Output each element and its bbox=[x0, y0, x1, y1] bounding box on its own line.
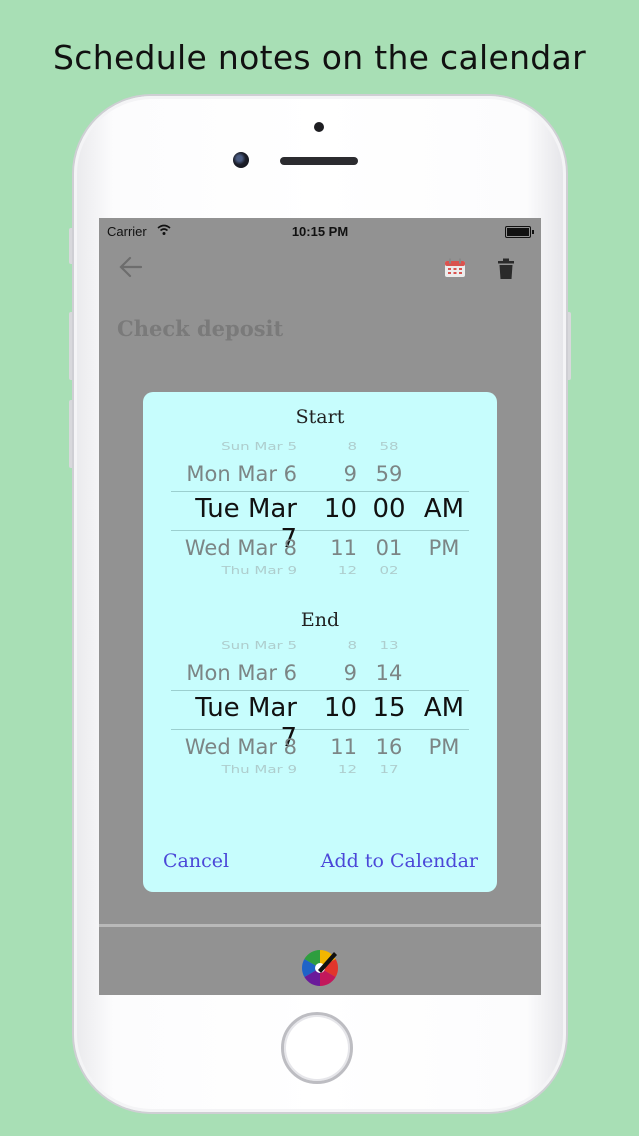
earpiece-speaker bbox=[280, 157, 358, 165]
row-minute: 00 bbox=[372, 494, 406, 524]
row-minute: 16 bbox=[375, 735, 403, 759]
row-hour: 9 bbox=[343, 462, 357, 486]
row-minute: 59 bbox=[375, 462, 403, 486]
row-date: Wed Mar 8 bbox=[184, 735, 297, 759]
calendar-dialog: Start Sun Mar 5 8 58 Mon Mar 6 9 59 Tue … bbox=[143, 392, 497, 892]
start-picker[interactable]: Sun Mar 5 8 58 Mon Mar 6 9 59 Tue Mar 7 … bbox=[171, 440, 469, 580]
add-to-calendar-button[interactable]: Add to Calendar bbox=[321, 850, 478, 872]
back-arrow-icon[interactable] bbox=[117, 254, 145, 280]
row-minute: 15 bbox=[372, 693, 406, 723]
status-time: 10:15 PM bbox=[291, 224, 349, 239]
row-date: Thu Mar 9 bbox=[221, 763, 297, 776]
row-hour: 12 bbox=[337, 564, 357, 577]
row-minute: 02 bbox=[379, 564, 399, 577]
row-hour: 8 bbox=[347, 440, 357, 453]
row-hour: 12 bbox=[337, 763, 357, 776]
promo-headline: Schedule notes on the calendar bbox=[53, 38, 586, 77]
front-camera bbox=[233, 152, 249, 168]
proximity-sensor bbox=[314, 122, 324, 132]
row-ampm: PM bbox=[428, 735, 460, 759]
home-button[interactable] bbox=[281, 1012, 353, 1084]
cancel-button[interactable]: Cancel bbox=[163, 850, 229, 872]
row-date: Thu Mar 9 bbox=[221, 564, 297, 577]
status-bar: Carrier 10:15 PM bbox=[99, 218, 541, 244]
row-date: Mon Mar 6 bbox=[186, 462, 297, 486]
trash-icon[interactable] bbox=[497, 258, 515, 280]
row-date: Wed Mar 8 bbox=[184, 536, 297, 560]
row-ampm: AM bbox=[423, 693, 465, 723]
row-ampm: PM bbox=[428, 536, 460, 560]
bottom-bar bbox=[99, 924, 541, 995]
row-date: Sun Mar 5 bbox=[221, 440, 297, 453]
row-hour: 10 bbox=[323, 494, 357, 524]
row-hour: 11 bbox=[330, 735, 357, 759]
note-title[interactable]: Check deposit bbox=[117, 316, 283, 341]
end-picker[interactable]: Sun Mar 5 8 13 Mon Mar 6 9 14 Tue Mar 7 … bbox=[171, 639, 469, 779]
row-minute: 58 bbox=[379, 440, 399, 453]
power-button bbox=[566, 312, 571, 380]
row-minute: 01 bbox=[375, 536, 403, 560]
start-label: Start bbox=[295, 406, 345, 428]
row-date: Sun Mar 5 bbox=[221, 639, 297, 652]
calendar-icon[interactable] bbox=[444, 258, 466, 278]
app-screen: Carrier 10:15 PM Check deposit Start Sun… bbox=[99, 218, 541, 995]
row-minute: 17 bbox=[379, 763, 399, 776]
row-ampm: AM bbox=[423, 494, 465, 524]
end-label: End bbox=[300, 609, 340, 631]
row-hour: 9 bbox=[343, 661, 357, 685]
row-minute: 14 bbox=[375, 661, 403, 685]
color-palette-icon[interactable] bbox=[300, 948, 340, 988]
row-date: Mon Mar 6 bbox=[186, 661, 297, 685]
battery-icon bbox=[505, 226, 534, 238]
row-minute: 13 bbox=[379, 639, 399, 652]
row-hour: 10 bbox=[323, 693, 357, 723]
row-hour: 8 bbox=[347, 639, 357, 652]
row-hour: 11 bbox=[330, 536, 357, 560]
